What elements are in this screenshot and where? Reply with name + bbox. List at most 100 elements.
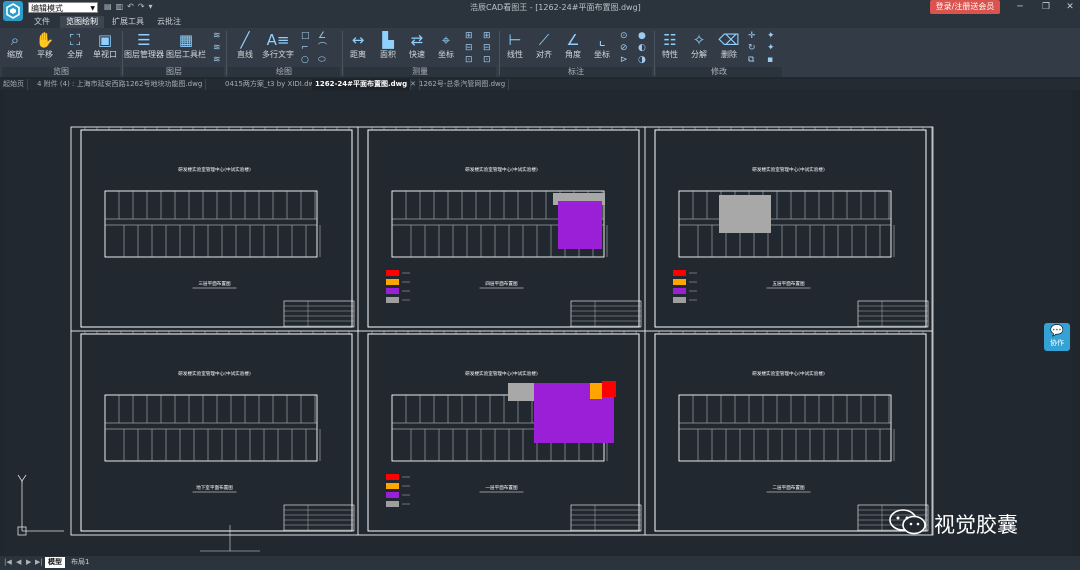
line-icon: ╱ xyxy=(240,31,250,49)
measure-tool-icon[interactable]: ⊡ xyxy=(465,56,473,65)
dim-angle-button[interactable]: ∠ 角度 xyxy=(560,30,586,66)
modify-tool-icon[interactable]: ▪ xyxy=(767,56,773,65)
sheet-inner-frame xyxy=(654,129,927,328)
title-block xyxy=(570,300,642,328)
redo-icon[interactable]: ↷ xyxy=(138,2,149,11)
copy-icon[interactable]: ⧉ xyxy=(748,56,754,65)
measure-coordinate-button[interactable]: ⌖ 坐标 xyxy=(433,30,459,66)
prev-tab-arrow-icon[interactable]: ◀ xyxy=(16,558,21,566)
cad-drawing: 研发楼实验室管理中心(中试实验楼)三层平面布置图 研发楼实验室管理中心(中试实验楼… xyxy=(17,126,934,552)
layers-icon: ☰ xyxy=(137,31,151,49)
sheet-caption: 一层平面布置图 xyxy=(485,484,518,491)
pan-button[interactable]: ✋ 平移 xyxy=(32,30,58,66)
ordinate-dim-icon: ⌞ xyxy=(598,31,606,49)
layer-manager-button[interactable]: ☰ 图层管理器 xyxy=(124,30,164,66)
doc-tab-steam-network[interactable]: 1262号-总条汽管网图.dwg xyxy=(416,79,510,90)
measure-tool-icon[interactable]: ⊞ xyxy=(465,32,473,41)
measure-area-button[interactable]: ▙ 面积 xyxy=(375,30,401,66)
title-block-frame xyxy=(570,300,642,328)
sheet-header: 研发楼实验室管理中心(中试实验楼) xyxy=(752,166,825,173)
delete-button[interactable]: ⌫ 删除 xyxy=(716,30,742,66)
angle-draw-icon[interactable]: ∠ xyxy=(318,32,326,41)
legend-swatch xyxy=(386,474,399,480)
measure-quick-button[interactable]: ⇄ 快速 xyxy=(404,30,430,66)
distance-icon: ↔ xyxy=(351,31,365,49)
layer-tool-icon[interactable]: ≋ xyxy=(213,44,221,53)
dim-linear-button[interactable]: ⊢ 线性 xyxy=(502,30,528,66)
doc-tab-attachment[interactable]: 4 附件 (4) : 上海市延安西路1262号地块功能图.dwg xyxy=(34,79,207,90)
dim-tool-icon[interactable]: ⊳ xyxy=(620,56,628,65)
drawing-canvas[interactable]: 研发楼实验室管理中心(中试实验楼) 三层平面布置图 研发楼实验室管理中心(中试实验楼… xyxy=(4,91,1072,555)
dim-tool-icon[interactable]: ◑ xyxy=(638,56,646,65)
mtext-button[interactable]: A≡ 多行文字 xyxy=(261,30,295,66)
menu-tab-file[interactable]: 文件 xyxy=(28,16,56,28)
app-logo-icon[interactable] xyxy=(3,1,23,21)
dim-tool-icon[interactable]: ● xyxy=(638,32,646,41)
menu-bar: 文件 览图绘制 扩展工具 云批注 xyxy=(0,16,1080,28)
dim-ordinate-button[interactable]: ⌞ 坐标 xyxy=(589,30,615,66)
print-icon[interactable]: ▥ xyxy=(116,2,128,11)
move-icon[interactable]: ✛ xyxy=(748,32,756,41)
measure-tool-icon[interactable]: ⊞ xyxy=(483,32,491,41)
measure-tool-icon[interactable]: ⊡ xyxy=(483,56,491,65)
menu-tab-cloud-annotation[interactable]: 云批注 xyxy=(151,16,187,28)
layout-tab-model[interactable]: 模型 xyxy=(45,557,65,568)
dim-tool-icon[interactable]: ◐ xyxy=(638,44,646,53)
collaboration-button[interactable]: 💬 协作 xyxy=(1044,323,1070,351)
menu-tab-view-draw[interactable]: 览图绘制 xyxy=(60,16,104,28)
save-icon[interactable]: ▤ xyxy=(104,2,116,11)
doc-tab-two-plans[interactable]: 0415两方案_t3 by XIDI.dwg xyxy=(222,79,323,90)
eraser-icon: ⌫ xyxy=(718,31,740,49)
chat-icon: 💬 xyxy=(1050,324,1064,337)
circle-icon[interactable]: ○ xyxy=(301,56,309,65)
login-register-button[interactable]: 登录/注册送会员 xyxy=(930,0,1000,14)
layer-toolbar-button[interactable]: ▦ 图层工具栏 xyxy=(166,30,206,66)
close-icon[interactable]: ✕ xyxy=(1062,1,1078,13)
modify-tool-icon[interactable]: ✦ xyxy=(767,44,775,53)
layout-tab-layout1[interactable]: 布局1 xyxy=(68,557,92,568)
mode-select[interactable]: 编辑模式 ▼ xyxy=(28,2,98,13)
maximize-icon[interactable]: ❐ xyxy=(1038,1,1054,13)
minimize-icon[interactable]: ─ xyxy=(1012,1,1028,13)
single-viewport-button[interactable]: ▣ 单视口 xyxy=(90,30,120,66)
title-block-frame xyxy=(283,300,355,328)
dim-tool-icon[interactable]: ⊙ xyxy=(620,32,628,41)
line-button[interactable]: ╱ 直线 xyxy=(232,30,258,66)
title-bar: 编辑模式 ▼ ▤▥↶↷▾ 浩辰CAD看图王 - [1262-24#平面布置图.d… xyxy=(0,0,1080,21)
last-tab-arrow-icon[interactable]: ▶| xyxy=(35,558,43,566)
fullscreen-icon: ⛶ xyxy=(69,31,81,49)
fullscreen-button[interactable]: ⛶ 全屏 xyxy=(62,30,88,66)
ellipse-icon[interactable]: ⬭ xyxy=(318,56,326,65)
sheet-caption: 地下室平面布置图 xyxy=(196,484,233,491)
explode-button[interactable]: ✧ 分解 xyxy=(686,30,712,66)
layout-tab-bar: |◀ ◀ ▶ ▶| 模型 布局1 xyxy=(0,556,1080,570)
properties-button[interactable]: ☷ 特性 xyxy=(657,30,683,66)
floor-plan-outline xyxy=(678,190,892,258)
arc-icon[interactable]: ⌒ xyxy=(318,44,327,53)
customize-icon[interactable]: ▾ xyxy=(149,2,157,11)
gray-zone xyxy=(719,195,771,233)
next-tab-arrow-icon[interactable]: ▶ xyxy=(26,558,31,566)
undo-icon[interactable]: ↶ xyxy=(127,2,138,11)
layer-tool-icon[interactable]: ≋ xyxy=(213,32,221,41)
doc-tab-floor-layout[interactable]: 1262-24#平面布置图.dwg xyxy=(312,79,412,90)
polyline-icon[interactable]: ⌐ xyxy=(301,44,309,53)
dim-aligned-button[interactable]: ⟋ 对齐 xyxy=(531,30,557,66)
menu-tab-extension-tools[interactable]: 扩展工具 xyxy=(106,16,150,28)
layer-tool-icon[interactable]: ≋ xyxy=(213,56,221,65)
rotate-icon[interactable]: ↻ xyxy=(748,44,756,53)
sheet-3: 研发楼实验室管理中心(中试实验楼) 五层平面布置图 xyxy=(644,126,933,332)
ribbon-toolbar: ⌕ 缩放 ✋ 平移 ⛶ 全屏 ▣ 单视口 览图 ☰ 图层管理器 ▦ 图层工具栏 ≋ ≋ ≋ … xyxy=(0,28,1080,78)
doc-tab-start[interactable]: 起始页 xyxy=(0,79,28,90)
modify-tool-icon[interactable]: ✦ xyxy=(767,32,775,41)
magnifier-icon: ⌕ xyxy=(10,31,20,49)
zoom-button[interactable]: ⌕ 缩放 xyxy=(3,30,27,66)
first-tab-arrow-icon[interactable]: |◀ xyxy=(4,558,12,566)
measure-distance-button[interactable]: ↔ 距离 xyxy=(345,30,371,66)
measure-tool-icon[interactable]: ⊟ xyxy=(483,44,491,53)
area-icon: ▙ xyxy=(382,31,394,49)
dim-tool-icon[interactable]: ⊘ xyxy=(620,44,628,53)
rectangle-icon[interactable]: □ xyxy=(301,32,310,41)
sheet-1: 研发楼实验室管理中心(中试实验楼) 三层平面布置图 xyxy=(70,126,359,332)
measure-tool-icon[interactable]: ⊟ xyxy=(465,44,473,53)
